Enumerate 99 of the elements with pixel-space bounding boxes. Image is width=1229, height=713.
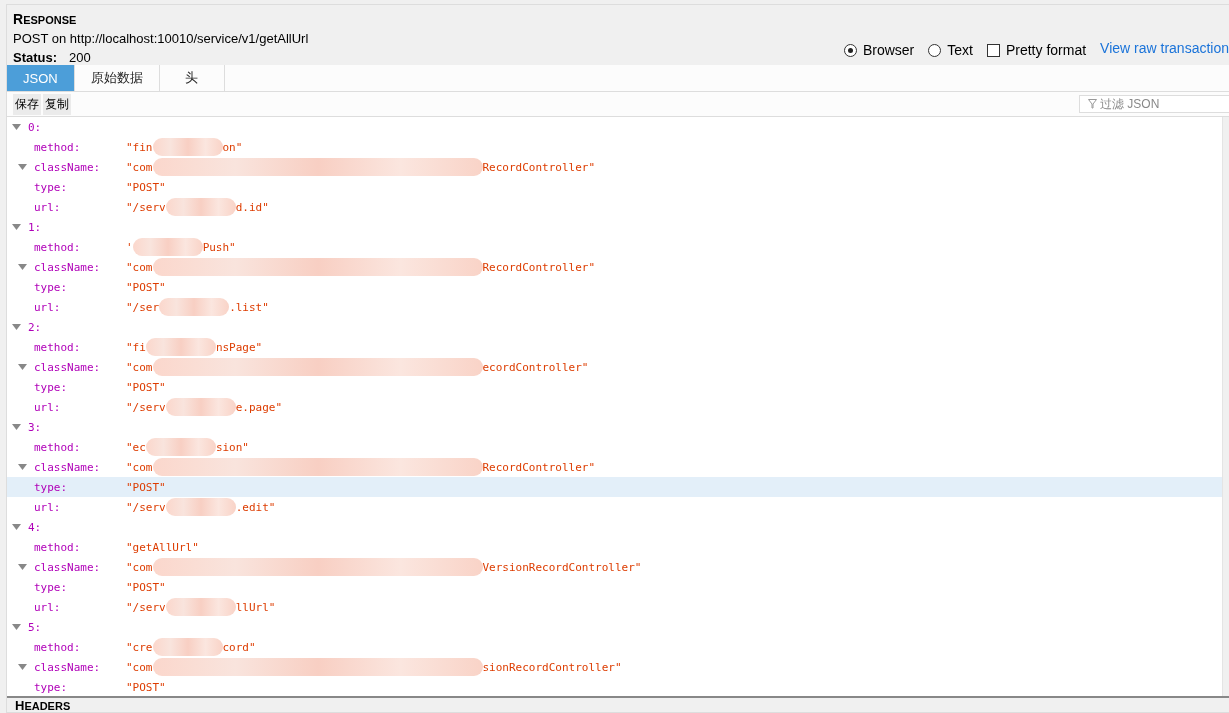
property-key: type:: [34, 380, 126, 394]
property-key: method:: [34, 540, 126, 554]
section-heading: RESPONSE: [13, 11, 78, 27]
property-key: method:: [34, 640, 126, 654]
tab[interactable]: 头: [159, 65, 225, 91]
property-key: type:: [34, 280, 126, 294]
property-value: "com: [126, 660, 153, 674]
expand-arrow-icon[interactable]: [18, 164, 27, 170]
property-value: "com: [126, 160, 153, 174]
property-value: "POST": [126, 580, 166, 594]
property-key: method:: [34, 240, 126, 254]
property-key: type:: [34, 180, 126, 194]
property-value: ecordController": [482, 360, 589, 374]
property-key: method:: [34, 340, 126, 354]
property-value: RecordController": [482, 460, 596, 474]
property-value: d.id": [235, 200, 269, 214]
property-key: type:: [34, 480, 126, 494]
property-value: "/serv: [126, 400, 166, 414]
property-key: method:: [34, 140, 126, 154]
expand-arrow-icon[interactable]: [12, 524, 21, 530]
expand-arrow-icon[interactable]: [12, 124, 21, 130]
property-value: RecordController": [482, 160, 596, 174]
option-label[interactable]: Pretty format: [1005, 42, 1087, 58]
property-value: ': [126, 240, 133, 254]
array-index: 5:: [28, 620, 42, 634]
property-key: className:: [34, 160, 126, 174]
property-value: "POST": [126, 480, 166, 494]
property-key: url:: [34, 400, 126, 414]
raw-transaction-link[interactable]: View raw transaction: [1100, 40, 1229, 56]
property-value: .edit": [235, 500, 276, 514]
property-key: className:: [34, 560, 126, 574]
expand-arrow-icon[interactable]: [12, 624, 21, 630]
array-index: 3:: [28, 420, 42, 434]
property-value: "fi: [126, 340, 146, 354]
tab[interactable]: 原始数据: [74, 65, 160, 91]
property-value: cord": [222, 640, 256, 654]
radio-button[interactable]: [928, 43, 942, 57]
property-value: "com: [126, 260, 153, 274]
toolbar-button[interactable]: 保存: [13, 93, 41, 115]
property-key: url:: [34, 600, 126, 614]
property-key: className:: [34, 260, 126, 274]
filter-icon: [1088, 99, 1097, 109]
property-value: "/serv: [126, 600, 166, 614]
expand-arrow-icon[interactable]: [12, 324, 21, 330]
property-value: "POST": [126, 180, 166, 194]
property-key: url:: [34, 200, 126, 214]
property-value: "com: [126, 460, 153, 474]
property-key: url:: [34, 300, 126, 314]
property-value: llUrl": [235, 600, 276, 614]
property-value: VersionRecordController": [482, 560, 642, 574]
property-value: "/serv: [126, 500, 166, 514]
property-key: type:: [34, 580, 126, 594]
property-value: "POST": [126, 680, 166, 694]
property-value: "ec: [126, 440, 146, 454]
property-key: className:: [34, 360, 126, 374]
array-index: 1:: [28, 220, 42, 234]
property-value: sionRecordController": [482, 660, 622, 674]
property-value: "fin: [126, 140, 153, 154]
property-value: "cre: [126, 640, 153, 654]
expand-arrow-icon[interactable]: [18, 464, 27, 470]
property-value: e.page": [235, 400, 283, 414]
property-value: on": [222, 140, 243, 154]
property-value: "com: [126, 560, 153, 574]
filter-field[interactable]: 过滤 JSON: [1079, 95, 1229, 113]
expand-arrow-icon[interactable]: [18, 364, 27, 370]
property-key: className:: [34, 460, 126, 474]
request-line: POST on http://localhost:10010/service/v1/getAllUrl: [13, 31, 309, 46]
checkbox[interactable]: [986, 43, 1000, 57]
property-value: Push": [202, 240, 236, 254]
property-value: "/ser: [126, 300, 160, 314]
property-key: method:: [34, 440, 126, 454]
section-heading: HEADERS: [7, 696, 1229, 712]
property-key: url:: [34, 500, 126, 514]
expand-arrow-icon[interactable]: [18, 664, 27, 670]
expand-arrow-icon[interactable]: [18, 264, 27, 270]
property-value: "getAllUrl": [126, 540, 199, 554]
option-label[interactable]: Text: [947, 42, 973, 58]
status-label: Status:: [13, 50, 58, 65]
expand-arrow-icon[interactable]: [18, 564, 27, 570]
property-value: RecordController": [482, 260, 596, 274]
expand-arrow-icon[interactable]: [12, 224, 21, 230]
property-value: nsPage": [215, 340, 263, 354]
toolbar-button[interactable]: 复制: [43, 93, 71, 115]
expand-arrow-icon[interactable]: [12, 424, 21, 430]
array-index: 4:: [28, 520, 42, 534]
property-value: "/serv: [126, 200, 166, 214]
property-value: sion": [215, 440, 249, 454]
property-key: className:: [34, 660, 126, 674]
option-label[interactable]: Browser: [862, 42, 915, 58]
property-value: .list": [229, 300, 269, 314]
array-index: 2:: [28, 320, 42, 334]
property-value: "POST": [126, 280, 166, 294]
radio-button[interactable]: [843, 43, 857, 57]
property-key: type:: [34, 680, 126, 694]
property-value: "com: [126, 360, 153, 374]
status-value: 200: [69, 50, 91, 65]
property-value: "POST": [126, 380, 166, 394]
scrollbar[interactable]: [1222, 117, 1229, 696]
array-index: 0:: [28, 120, 42, 134]
